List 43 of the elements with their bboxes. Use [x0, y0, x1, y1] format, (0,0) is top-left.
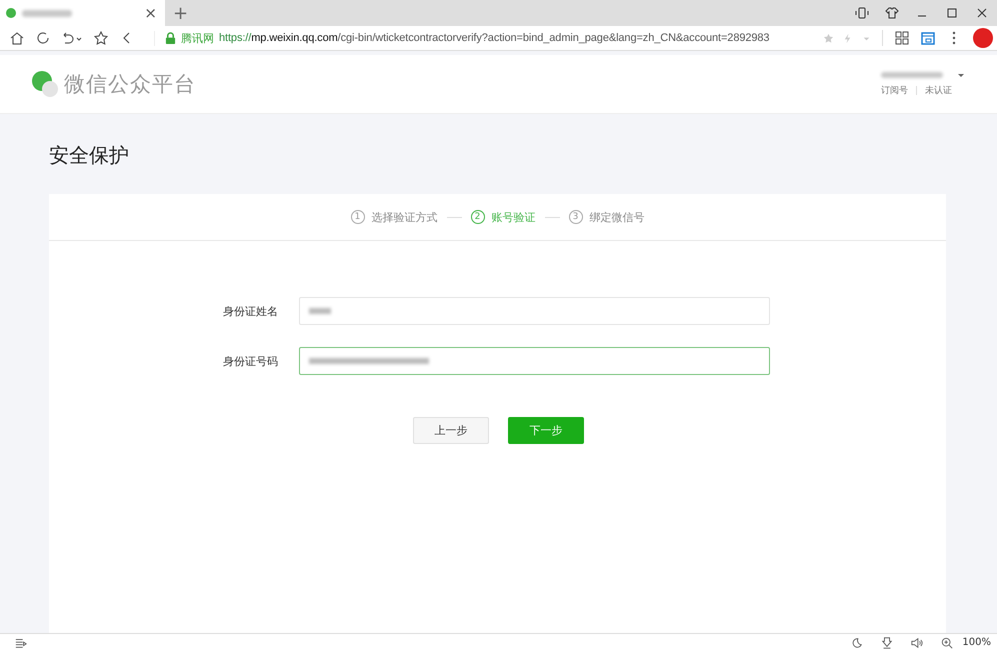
star-icon[interactable] [823, 32, 834, 44]
field-label: 身份证号码 [223, 354, 279, 368]
step-label: 选择验证方式 [372, 210, 438, 224]
step-number: 2 [470, 210, 484, 224]
browser-tab[interactable]: × [0, 0, 165, 26]
url-text: https://mp.weixin.qq.com/cgi-bin/wticketcontractorverify?action=bind_admin_page&lang=zh_CN&account=2892983 [219, 32, 770, 44]
avatar-icon[interactable] [973, 28, 993, 48]
sidebar-menu-icon[interactable] [15, 636, 27, 648]
account-type: 订阅号 [881, 84, 908, 97]
grid-icon[interactable] [894, 30, 910, 46]
site-favicon-icon [6, 8, 16, 18]
page-title: 安全保护 [49, 142, 130, 169]
lock-icon [165, 32, 176, 44]
undo-icon[interactable] [61, 30, 83, 46]
account-status: 未认证 [925, 84, 952, 97]
close-icon[interactable] [975, 6, 989, 20]
star-icon[interactable] [93, 30, 109, 46]
calendar-icon[interactable] [920, 30, 936, 46]
step-number: 3 [568, 210, 582, 224]
new-tab-button[interactable]: + [165, 0, 196, 26]
step-label: 账号验证 [492, 210, 536, 224]
step-label: 绑定微信号 [590, 210, 644, 224]
logo-text: 微信公众平台 [64, 71, 196, 98]
phone-icon[interactable] [855, 6, 869, 20]
step-number: 1 [350, 210, 364, 224]
shirt-icon[interactable] [885, 6, 899, 20]
zoom-level[interactable]: 100% [962, 637, 991, 648]
back-button[interactable]: 上一步 [413, 417, 489, 444]
input-field[interactable] [299, 347, 770, 375]
reload-icon[interactable] [35, 30, 51, 46]
site-label: 腾讯网 [181, 30, 214, 46]
chat-bubbles-icon [30, 69, 60, 99]
home-icon[interactable] [9, 30, 25, 46]
download-icon[interactable] [881, 636, 894, 648]
close-tab-button[interactable]: × [142, 4, 159, 22]
zoom-in-icon[interactable] [941, 636, 954, 648]
speaker-icon[interactable] [911, 636, 924, 648]
caret-icon[interactable] [957, 71, 965, 79]
field-label: 身份证姓名 [223, 304, 279, 318]
maximize-icon[interactable] [945, 6, 959, 20]
blurred-account-name [881, 72, 943, 78]
blurred-tab-title [22, 10, 72, 16]
moon-icon[interactable] [851, 636, 864, 648]
